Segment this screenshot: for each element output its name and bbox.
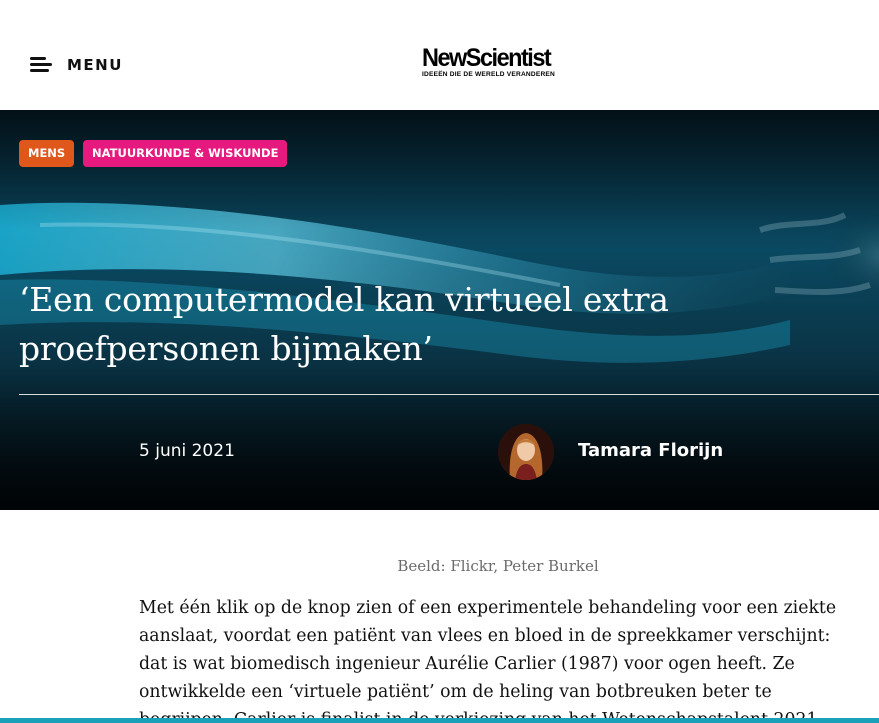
hero-divider [19,394,879,395]
logo-tagline: IDEEËN DIE DE WERELD VERANDEREN [422,71,555,78]
article-body: Met één klik op de knop zien of een expe… [139,598,837,723]
hamburger-icon [30,57,52,73]
tag-mens[interactable]: MENS [19,140,75,167]
article-hero: MENS NATUURKUNDE & WISKUNDE ‘Een compute… [0,110,879,510]
article-headline: ‘Een computermodel kan virtueel extra pr… [19,280,669,368]
author-photo [498,424,554,480]
publish-date: 5 juni 2021 [139,441,235,461]
author-name[interactable]: Tamara Florijn [578,440,723,461]
newscientist-logo[interactable]: NewScientist IDEEËN DIE DE WERELD VERAND… [422,45,577,78]
menu-button[interactable]: MENU [30,52,123,78]
tag-natuurkunde-wiskunde[interactable]: NATUURKUNDE & WISKUNDE [83,140,288,167]
menu-label: MENU [67,56,123,74]
image-credit: Beeld: Flickr, Peter Burkel [397,557,599,575]
bottom-accent-bar [0,718,879,723]
site-header: MENU NewScientist IDEEËN DIE DE WERELD V… [0,0,879,110]
logo-wordmark: NewScientist [422,44,552,72]
author-avatar[interactable] [498,424,554,480]
